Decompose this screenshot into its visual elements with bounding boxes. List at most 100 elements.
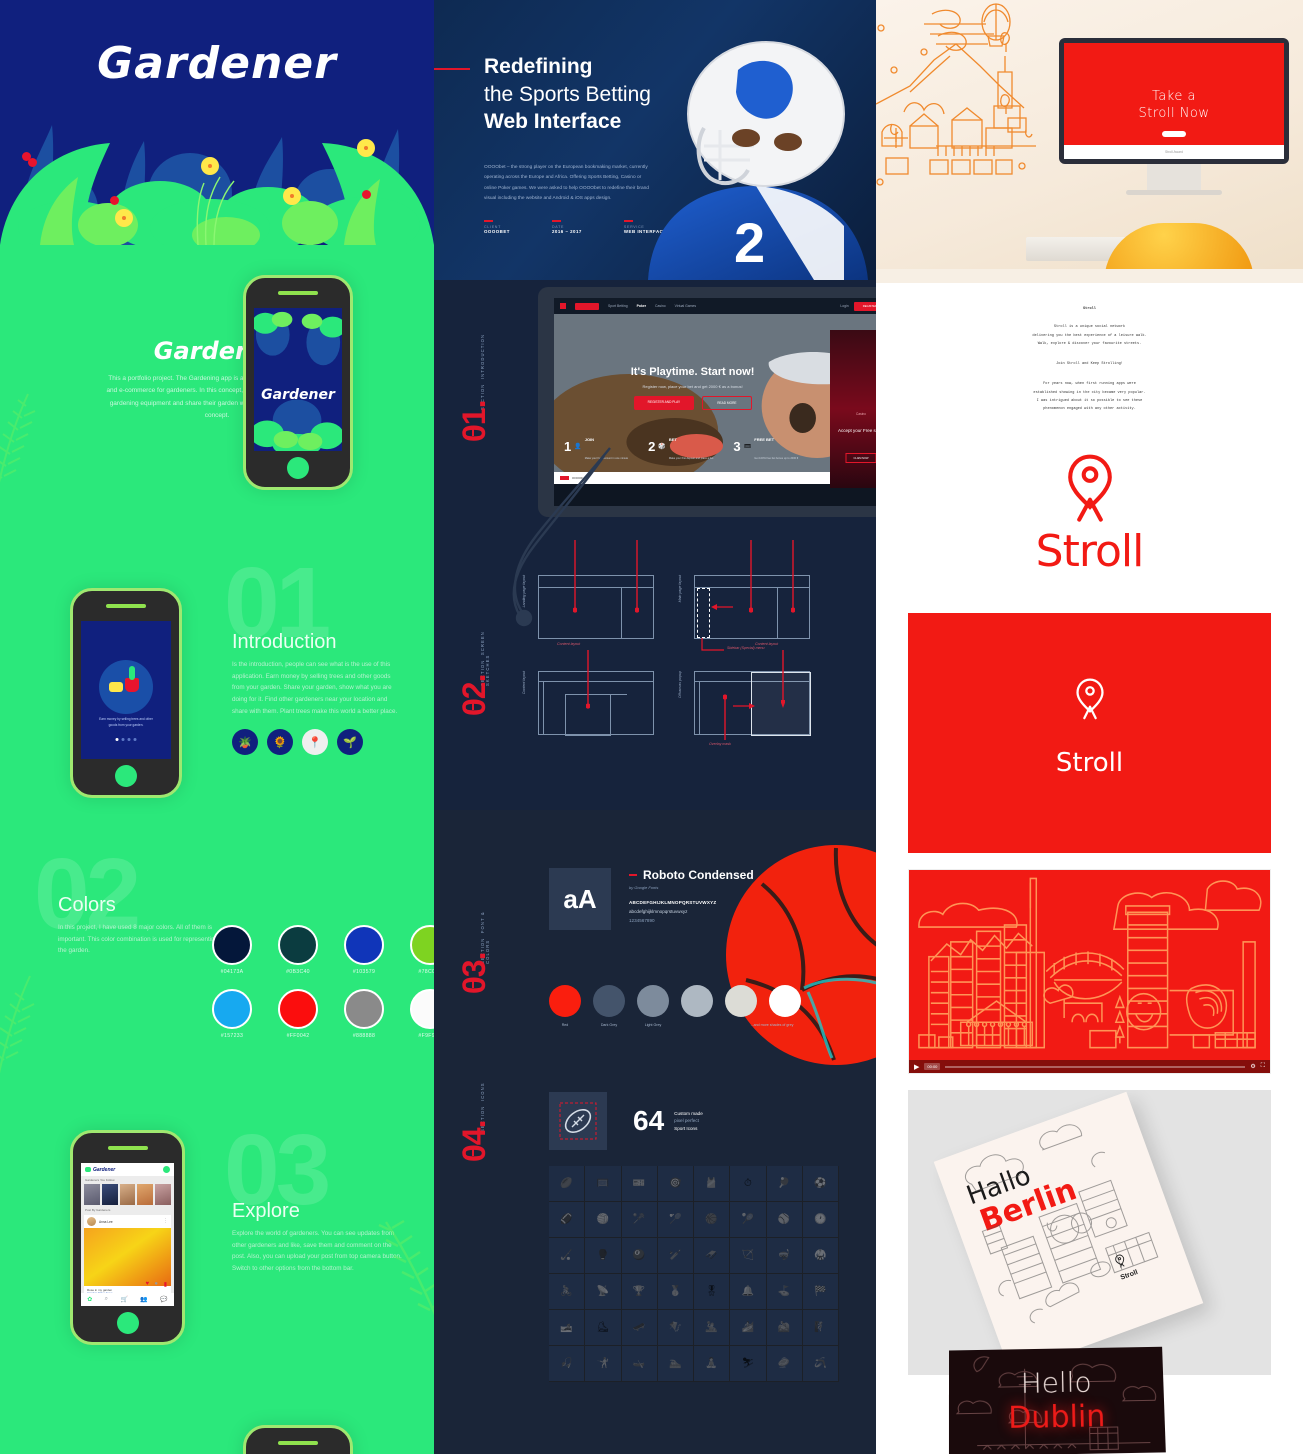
cta-primary-button[interactable]: REGISTER AND PLAY	[634, 396, 695, 410]
progress-bar[interactable]	[945, 1066, 1245, 1068]
icon-cell[interactable]: 📡	[585, 1274, 621, 1310]
icon-cell[interactable]: ⛳	[767, 1274, 803, 1310]
more-options-icon[interactable]: ⋮	[163, 1220, 168, 1223]
icon-cell[interactable]: 🏸	[658, 1202, 694, 1238]
icon-cell[interactable]: 🎾	[730, 1202, 766, 1238]
bookmark-icon[interactable]: ▮	[164, 1281, 167, 1288]
icon-cell[interactable]: 🏐	[585, 1202, 621, 1238]
icon-cell[interactable]: 🥏	[767, 1346, 803, 1382]
icon-cell[interactable]: 🪁	[658, 1310, 694, 1346]
comment-icon[interactable]: ●	[154, 1281, 158, 1287]
like-icon[interactable]: ♥	[145, 1281, 149, 1287]
step-icon: 🎲	[658, 443, 665, 450]
sprout-icon[interactable]: 🌱	[337, 729, 363, 755]
icon-cell[interactable]: 🛹	[622, 1310, 658, 1346]
plant-shop-icon[interactable]: 🪴	[232, 729, 258, 755]
palette-label: Dark Grey	[593, 1023, 625, 1027]
dot[interactable]	[116, 738, 119, 741]
icon-cell[interactable]: 🧘	[694, 1346, 730, 1382]
icon-cell[interactable]: 🤽	[694, 1310, 730, 1346]
post-image[interactable]	[84, 1228, 171, 1286]
phone-home-button[interactable]	[117, 1312, 139, 1334]
fullscreen-icon[interactable]: ⛶	[1261, 1063, 1265, 1070]
avatar[interactable]	[155, 1184, 171, 1205]
avatar[interactable]	[84, 1184, 100, 1205]
icon-cell[interactable]: 🥅	[585, 1166, 621, 1202]
icon-cell[interactable]: 🤺	[585, 1346, 621, 1382]
wireframe-label: Content layout	[522, 671, 526, 694]
icon-cell[interactable]: 🛶	[622, 1346, 658, 1382]
phone-home-button[interactable]	[115, 765, 137, 787]
title-line-1: Redefining	[484, 53, 651, 81]
icon-cell[interactable]: 🏀	[694, 1202, 730, 1238]
tab-search-icon[interactable]: ⌕	[105, 1296, 108, 1303]
headline-line-2: Stroll Now	[1138, 106, 1209, 121]
camera-icon[interactable]	[163, 1166, 170, 1173]
icon-grid: 🏉 🥅 🎫 🎯 🎽 ⏱ 🏓 ⚽ 🏈 🏐 🥍 🏸 🏀 🎾 🥎 🕐 🏑 🥊 🎱 🏏 🛷 🏹 🤿 🥋 🚴 📡 🏆 🥇 🎖 🔔 ⛳ 🏁 🎿 ⛸ 🛹 🪁 🤽 🏄 🚵 🧗…	[549, 1166, 839, 1382]
nav-virtual-games[interactable]: Virtual Games	[675, 304, 696, 308]
icon-cell[interactable]: 🔔	[730, 1274, 766, 1310]
icon-cell[interactable]: 🥊	[585, 1238, 621, 1274]
icon-cell[interactable]: 🎱	[622, 1238, 658, 1274]
login-link[interactable]: Login	[840, 304, 848, 308]
dot[interactable]	[134, 738, 137, 741]
icon-cell[interactable]: 🎯	[658, 1166, 694, 1202]
icon-cell[interactable]: 🏑	[549, 1238, 585, 1274]
tab-people-icon[interactable]: 👥	[140, 1296, 147, 1303]
avatar[interactable]	[120, 1184, 136, 1205]
icon-cell[interactable]: ⚽	[803, 1166, 839, 1202]
icon-cell[interactable]: 🎿	[549, 1310, 585, 1346]
gear-icon[interactable]: ⚙	[1250, 1063, 1255, 1070]
icon-cell[interactable]: 🎫	[622, 1166, 658, 1202]
tab-chat-icon[interactable]: 💬	[160, 1296, 167, 1303]
phone-home-button[interactable]	[287, 457, 309, 479]
icon-cell[interactable]: 🏉	[549, 1166, 585, 1202]
icon-cell[interactable]: 🏊	[658, 1346, 694, 1382]
dot[interactable]	[122, 738, 125, 741]
menu-icon[interactable]	[560, 303, 566, 309]
icon-cell[interactable]: 🛷	[694, 1238, 730, 1274]
icon-cell[interactable]: ⛸	[585, 1310, 621, 1346]
icon-cell[interactable]: 🥋	[803, 1238, 839, 1274]
icon-cell[interactable]: 🏁	[803, 1274, 839, 1310]
icon-cell[interactable]: 🎖	[694, 1274, 730, 1310]
cta-pill-button[interactable]	[1162, 131, 1186, 137]
icon-cell[interactable]: 🥍	[622, 1202, 658, 1238]
flower-pot-icon[interactable]: 🌻	[267, 729, 293, 755]
icon-cell[interactable]: ⛷	[730, 1346, 766, 1382]
icon-cell[interactable]: 🏄	[730, 1310, 766, 1346]
icon-cell[interactable]: 🚵	[767, 1310, 803, 1346]
icon-cell[interactable]: 🥎	[767, 1202, 803, 1238]
tab-shop-icon[interactable]: 🛒	[120, 1296, 127, 1303]
icon-cell[interactable]: 🧗	[803, 1310, 839, 1346]
site-logo[interactable]	[575, 303, 599, 310]
play-icon[interactable]: ▶	[914, 1063, 919, 1071]
avatar[interactable]	[87, 1217, 96, 1226]
icon-cell[interactable]: 🏏	[658, 1238, 694, 1274]
promo-button[interactable]: CLAIM NOW	[846, 453, 877, 463]
avatar[interactable]	[137, 1184, 153, 1205]
icon-cell[interactable]: 🪃	[803, 1346, 839, 1382]
icon-cell[interactable]: 🎽	[694, 1166, 730, 1202]
icon-cell[interactable]: 🎣	[549, 1346, 585, 1382]
icon-cell[interactable]: 🚴	[549, 1274, 585, 1310]
map-pin-icon[interactable]: 📍	[302, 729, 328, 755]
icon-cell[interactable]: 🏹	[730, 1238, 766, 1274]
register-button[interactable]: REGISTER	[854, 302, 876, 311]
tab-home-icon[interactable]: ✿	[87, 1296, 92, 1303]
icon-cell[interactable]: 🤿	[767, 1238, 803, 1274]
seedling-icon	[109, 682, 123, 692]
icon-cell[interactable]: ⏱	[730, 1166, 766, 1202]
icon-cell[interactable]: 🏆	[622, 1274, 658, 1310]
avatar[interactable]	[102, 1184, 118, 1205]
icon-cell[interactable]: 🕐	[803, 1202, 839, 1238]
icon-cell[interactable]: 🏓	[767, 1166, 803, 1202]
nav-casino[interactable]: Casino	[655, 304, 666, 308]
phone-mockup-feed: Gardener Gardeners You Follow Post By Ga…	[70, 1130, 185, 1345]
icon-cell[interactable]: 🥇	[658, 1274, 694, 1310]
nav-sport-betting[interactable]: Sport Betting	[608, 304, 628, 308]
dot[interactable]	[128, 738, 131, 741]
cta-secondary-button[interactable]: READ MORE	[702, 396, 751, 410]
icon-cell[interactable]: 🏈	[549, 1202, 585, 1238]
nav-poker[interactable]: Poker	[637, 304, 646, 308]
